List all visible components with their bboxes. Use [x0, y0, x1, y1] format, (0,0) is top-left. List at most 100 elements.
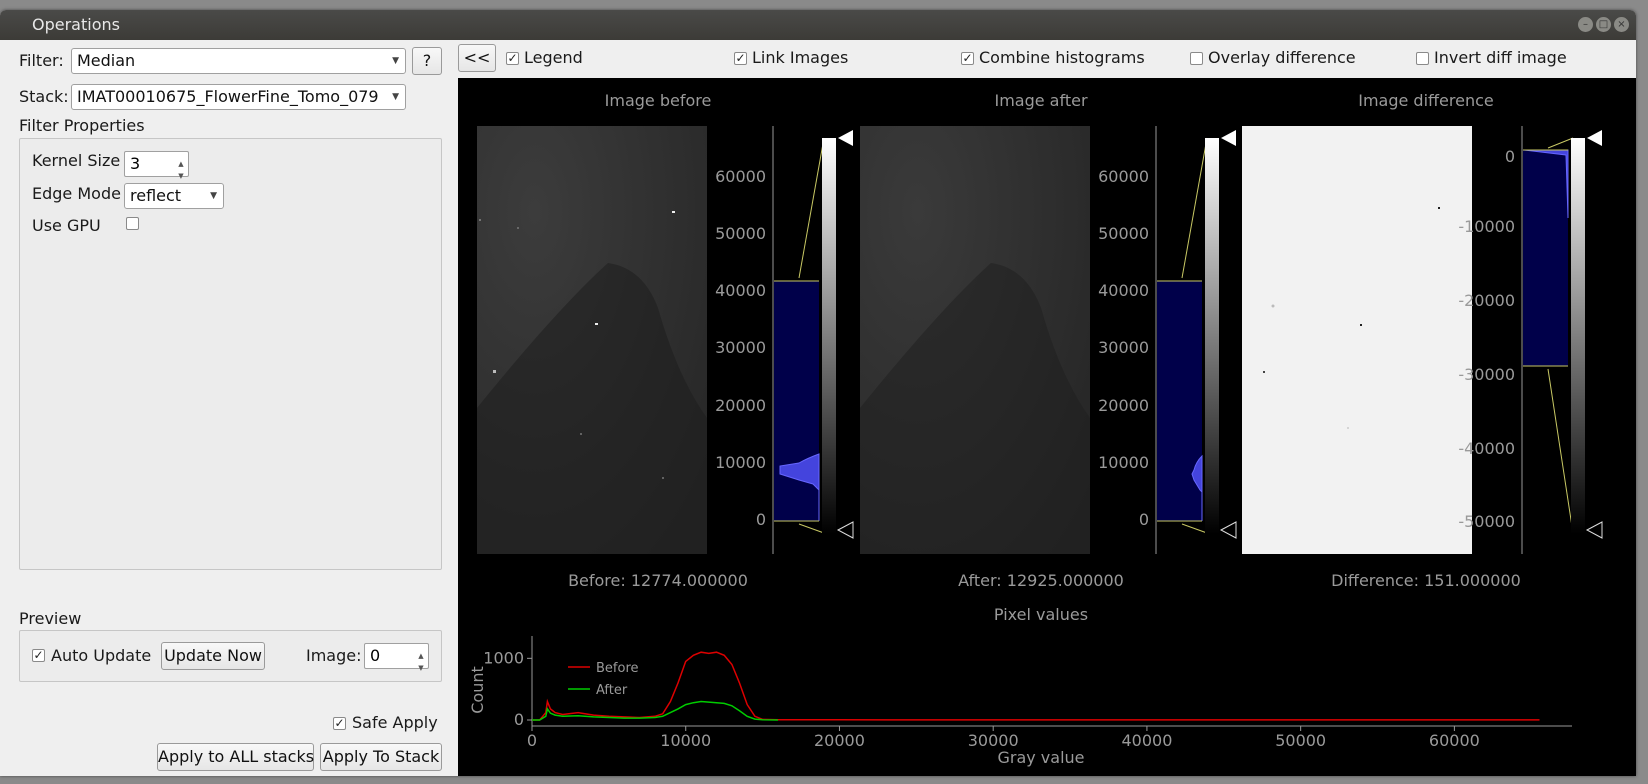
image-difference-view[interactable] [1242, 126, 1472, 554]
safe-apply-checkbox[interactable]: ✓ [333, 717, 346, 730]
x-tick-label: 30000 [968, 731, 1019, 750]
overlay-difference-label: Overlay difference [1208, 48, 1356, 67]
axis-tick-label: 20000 [715, 396, 766, 415]
maximize-button[interactable]: □ [1596, 17, 1611, 32]
image-after-view[interactable] [860, 126, 1090, 554]
x-tick-label: 10000 [660, 731, 711, 750]
auto-update-checkbox[interactable]: ✓ [32, 649, 45, 662]
axis-tick-label: 0 [756, 510, 766, 529]
axis-tick-label: 10000 [715, 453, 766, 472]
image-index-spinbox[interactable]: 0 ▲ ▼ [364, 643, 429, 672]
spin-up-icon[interactable]: ▲ [415, 644, 427, 660]
chart-y-axis-label: Count [468, 666, 487, 714]
axis-tick-label: -20000 [1458, 291, 1515, 310]
legend-label: Before [596, 661, 639, 676]
operations-left-panel: Filter: Median ▼ ? Stack: IMAT00010675_Fl… [0, 40, 450, 776]
after-value-readout: After: 12925.000000 [958, 571, 1124, 590]
close-button[interactable]: × [1614, 17, 1629, 32]
axis-tick-label: 0 [1139, 510, 1149, 529]
axis-tick-label: 20000 [1098, 396, 1149, 415]
kernel-size-label: Kernel Size [32, 151, 121, 170]
preview-group: ✓ Auto Update Update Now Image: 0 ▲ ▼ [19, 630, 442, 682]
x-tick-label: 40000 [1121, 731, 1172, 750]
legend-label: Legend [524, 48, 583, 67]
operations-window: Operations – □ × Filter: Median ▼ ? Stack… [0, 10, 1636, 776]
spin-down-icon[interactable]: ▼ [415, 656, 427, 672]
axis-tick-label: 10000 [1098, 453, 1149, 472]
image-index-value: 0 [370, 646, 381, 665]
stack-label: Stack: [19, 87, 69, 106]
axis-tick-label: 60000 [1098, 167, 1149, 186]
axis-tick-label: 30000 [1098, 338, 1149, 357]
x-tick-label: 60000 [1429, 731, 1480, 750]
histogram-before-axis: 60000 50000 40000 30000 20000 10000 0 [715, 167, 766, 529]
series-line-after [532, 700, 779, 721]
chart-x-axis-label: Gray value [997, 748, 1084, 767]
axis-tick-label: -50000 [1458, 512, 1515, 531]
axis-tick-label: -30000 [1458, 365, 1515, 384]
image-before-view[interactable] [477, 126, 707, 554]
histogram-after[interactable] [1155, 126, 1237, 554]
window-title: Operations [32, 15, 120, 34]
before-value-readout: Before: 12774.000000 [568, 571, 748, 590]
x-tick-label: 0 [527, 731, 537, 750]
minimize-button[interactable]: – [1578, 17, 1593, 32]
series-line-before [532, 651, 1540, 721]
overlay-difference-checkbox[interactable] [1190, 52, 1203, 65]
histogram-after-axis: 60000 50000 40000 30000 20000 10000 0 [1098, 167, 1149, 529]
image-difference-title: Image difference [1358, 91, 1494, 110]
update-now-button[interactable]: Update Now [161, 642, 265, 670]
link-images-checkbox[interactable]: ✓ [734, 52, 747, 65]
edge-mode-value: reflect [130, 186, 182, 205]
filter-properties-heading: Filter Properties [19, 116, 145, 135]
axis-tick-label: 0 [1505, 147, 1515, 166]
image-before-title: Image before [605, 91, 712, 110]
kernel-size-spinbox[interactable]: 3 ▲ ▼ [124, 151, 189, 180]
image-after-title: Image after [994, 91, 1087, 110]
link-images-label: Link Images [752, 48, 849, 67]
axis-tick-label: -10000 [1458, 217, 1515, 236]
preview-heading: Preview [19, 609, 82, 628]
preview-canvas: Image before Image after Image differenc… [468, 91, 1603, 767]
axis-tick-label: 50000 [715, 224, 766, 243]
spin-up-icon[interactable]: ▲ [175, 152, 187, 168]
collapse-panel-button[interactable]: << [458, 44, 496, 72]
y-tick-label: 0 [514, 710, 524, 729]
apply-all-stacks-button[interactable]: Apply to ALL stacks [157, 743, 314, 771]
kernel-size-value: 3 [130, 154, 141, 173]
legend-checkbox[interactable]: ✓ [506, 52, 519, 65]
x-tick-label: 50000 [1275, 731, 1326, 750]
combine-histograms-label: Combine histograms [979, 48, 1145, 67]
chevron-down-icon: ▼ [210, 191, 217, 201]
filter-label: Filter: [19, 51, 64, 70]
help-button[interactable]: ? [412, 47, 442, 75]
histogram-difference[interactable] [1521, 126, 1603, 554]
axis-tick-label: 50000 [1098, 224, 1149, 243]
filter-select[interactable]: Median ▼ [71, 48, 406, 74]
invert-diff-checkbox[interactable] [1416, 52, 1429, 65]
stack-value: IMAT00010675_FlowerFine_Tomo_079 [77, 87, 379, 106]
spin-down-icon[interactable]: ▼ [175, 164, 187, 180]
stack-select[interactable]: IMAT00010675_FlowerFine_Tomo_079 ▼ [71, 84, 406, 110]
axis-tick-label: 30000 [715, 338, 766, 357]
histogram-before[interactable] [772, 126, 854, 554]
combine-histograms-checkbox[interactable]: ✓ [961, 52, 974, 65]
chevron-down-icon: ▼ [392, 56, 399, 66]
apply-to-stack-button[interactable]: Apply To Stack [320, 743, 442, 771]
preview-toolbar: << ✓ Legend ✓ Link Images ✓ Combine hist… [458, 40, 1636, 78]
auto-update-label: Auto Update [51, 646, 152, 665]
image-index-label: Image: [306, 646, 362, 665]
chevron-down-icon: ▼ [392, 92, 399, 102]
edge-mode-select[interactable]: reflect ▼ [124, 183, 224, 209]
filter-value: Median [77, 51, 136, 70]
axis-tick-label: -40000 [1458, 439, 1515, 458]
legend-label: After [596, 683, 628, 698]
invert-diff-label: Invert diff image [1434, 48, 1567, 67]
use-gpu-checkbox[interactable] [126, 217, 139, 230]
preview-area: << ✓ Legend ✓ Link Images ✓ Combine hist… [458, 40, 1636, 776]
x-tick-label: 20000 [814, 731, 865, 750]
chart-title: Pixel values [994, 605, 1088, 624]
difference-value-readout: Difference: 151.000000 [1331, 571, 1521, 590]
pixel-values-chart: Pixel values Gray value Count 0 10000 2000… [468, 605, 1572, 767]
edge-mode-label: Edge Mode [32, 184, 121, 203]
